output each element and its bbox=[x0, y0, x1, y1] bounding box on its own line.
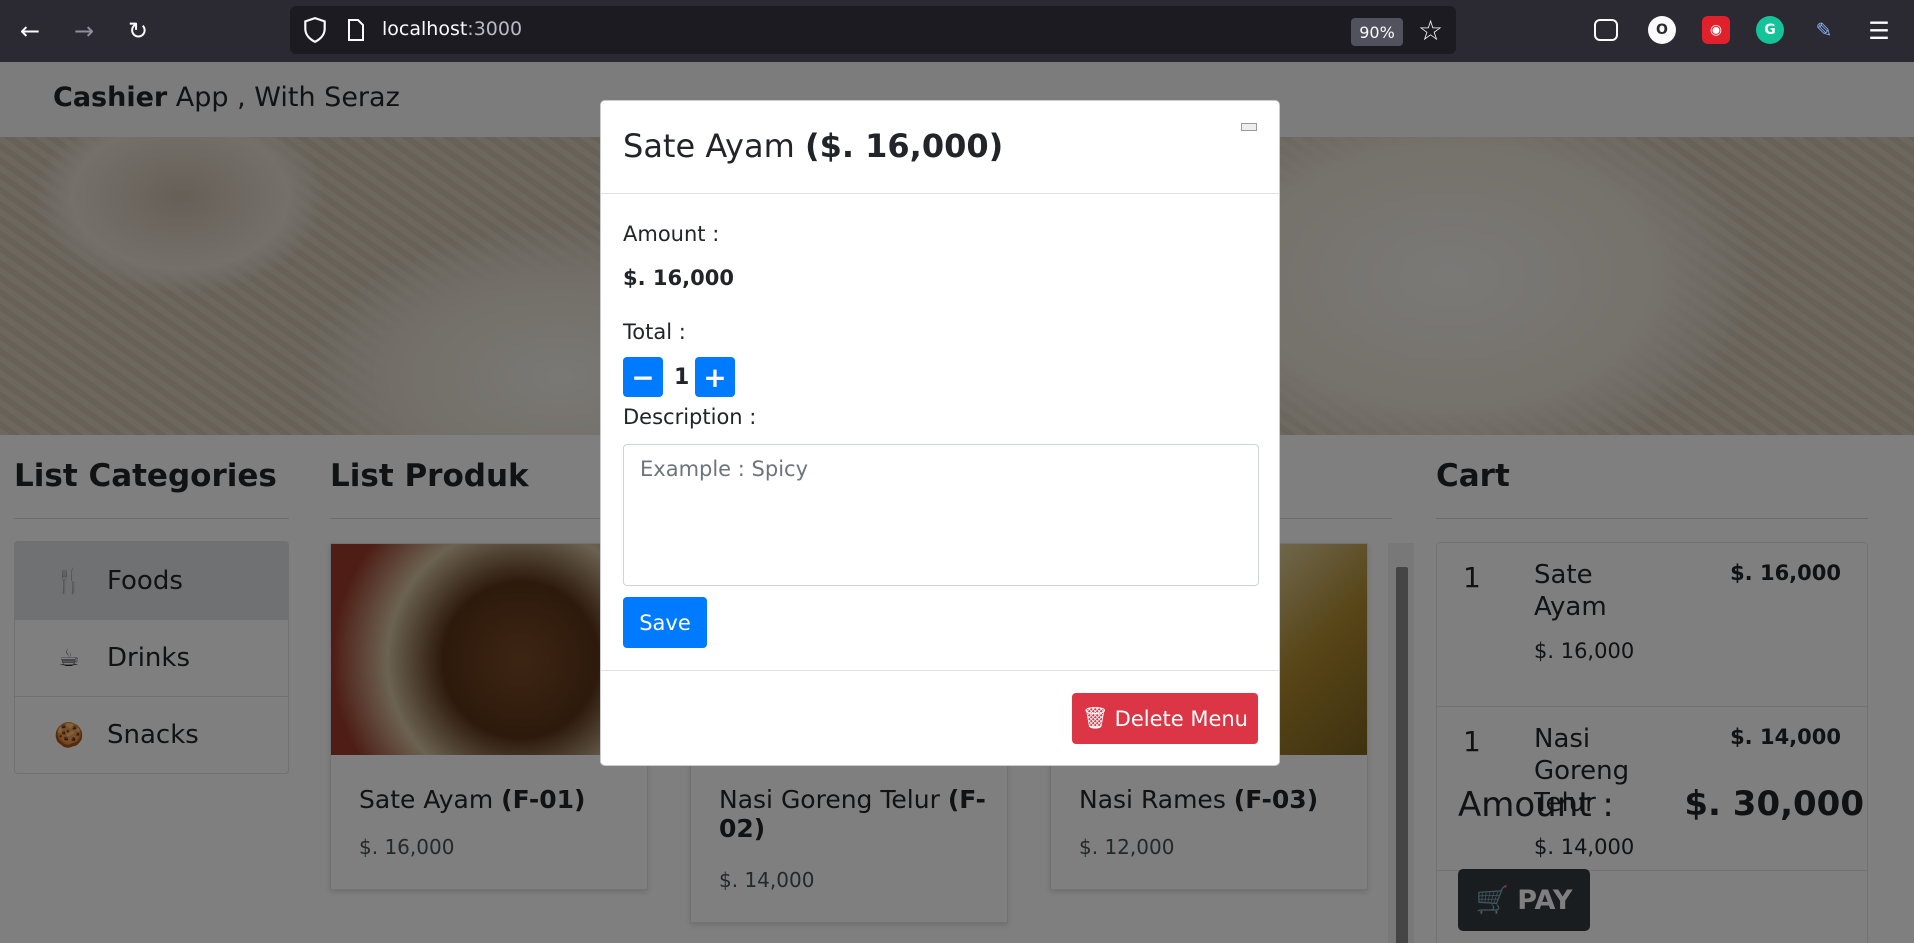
save-button[interactable]: Save bbox=[623, 597, 707, 648]
delete-label: Delete Menu bbox=[1114, 706, 1248, 731]
pocket-icon[interactable] bbox=[1594, 19, 1618, 41]
reload-icon[interactable]: ↻ bbox=[123, 16, 153, 46]
page-info-icon[interactable] bbox=[346, 18, 366, 42]
decrement-button[interactable]: − bbox=[623, 357, 663, 397]
bookmark-star-icon[interactable]: ☆ bbox=[1418, 14, 1443, 47]
back-icon[interactable]: ← bbox=[15, 16, 45, 46]
modal-footer-divider bbox=[601, 670, 1279, 671]
delete-menu-button[interactable]: 🗑 Delete Menu bbox=[1072, 693, 1258, 744]
shield-icon[interactable] bbox=[302, 16, 328, 44]
menu-icon[interactable]: ☰ bbox=[1864, 16, 1894, 46]
eyedropper-icon[interactable]: ✎ bbox=[1810, 16, 1838, 44]
description-label: Description : bbox=[623, 405, 757, 429]
quantity-value: 1 bbox=[674, 365, 690, 390]
modal-title: Sate Ayam ($. 16,000) bbox=[623, 127, 1004, 165]
lock-extension-icon[interactable]: ◉ bbox=[1702, 16, 1730, 44]
app-page: Cashier App , With Seraz List Categories… bbox=[0, 62, 1914, 943]
close-icon[interactable] bbox=[1241, 123, 1257, 131]
grammarly-icon[interactable]: G bbox=[1756, 16, 1784, 44]
trash-icon: 🗑 bbox=[1081, 706, 1109, 730]
total-label: Total : bbox=[623, 320, 686, 344]
plus-icon: + bbox=[703, 360, 727, 394]
forward-icon[interactable]: → bbox=[69, 16, 99, 46]
url-text[interactable]: localhost:3000 bbox=[382, 18, 522, 40]
amount-label: Amount : bbox=[623, 222, 720, 246]
minus-icon: − bbox=[631, 360, 655, 394]
zoom-badge[interactable]: 90% bbox=[1351, 18, 1403, 46]
browser-toolbar: ← → ↻ localhost:3000 90% ☆ O ◉ G ✎ ☰ bbox=[0, 0, 1914, 62]
description-input[interactable] bbox=[623, 444, 1259, 586]
o-extension-icon[interactable]: O bbox=[1648, 16, 1676, 44]
modal-header: Sate Ayam ($. 16,000) bbox=[601, 101, 1279, 194]
address-bar[interactable]: localhost:3000 90% ☆ bbox=[290, 6, 1456, 54]
amount-value: $. 16,000 bbox=[623, 266, 734, 290]
product-modal: Sate Ayam ($. 16,000) Amount : $. 16,000… bbox=[600, 100, 1280, 766]
increment-button[interactable]: + bbox=[695, 357, 735, 397]
